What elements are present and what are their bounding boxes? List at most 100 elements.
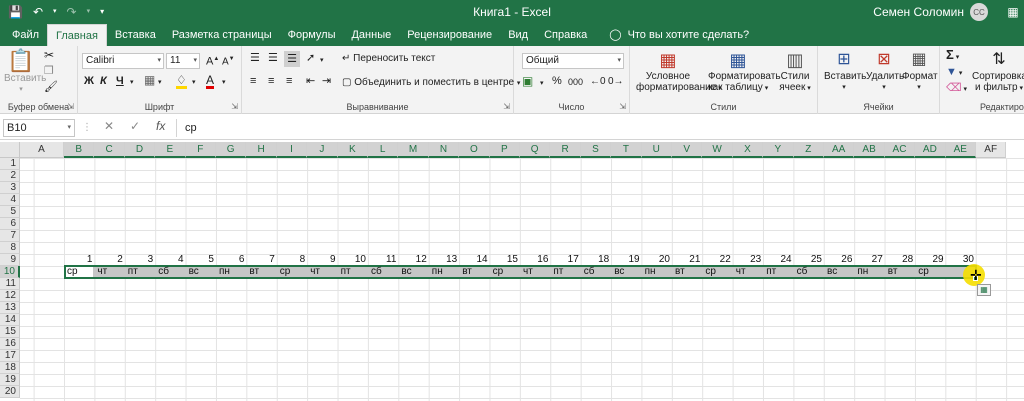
dialog-launcher-icon[interactable]: ⇲ (231, 102, 238, 111)
cell-text[interactable]: вт (885, 266, 915, 278)
row-header[interactable]: 8 (0, 242, 20, 254)
number-format-combo[interactable]: Общий ▾ (522, 53, 624, 69)
formula-input[interactable]: ср (176, 119, 1021, 137)
customize-qat-icon[interactable]: ▾ (100, 0, 104, 24)
select-all-button[interactable] (0, 142, 20, 158)
save-icon[interactable]: 💾 (8, 0, 23, 24)
decrease-indent-icon[interactable]: ⇤ (306, 76, 315, 87)
orientation-icon[interactable]: ➚ (306, 53, 315, 64)
column-header[interactable]: W (702, 142, 733, 158)
cell-text[interactable]: вс (611, 266, 641, 278)
merge-center-button[interactable]: ▢ Объединить и поместить в центре ▾ (342, 77, 520, 89)
row-header[interactable]: 18 (0, 362, 20, 374)
cell-text[interactable]: пн (216, 266, 246, 278)
sort-filter-button[interactable]: ⇅ Сортировка и фильтр ▾ (972, 49, 1024, 94)
cell-text[interactable]: чт (520, 266, 550, 278)
cell-text[interactable]: ср (490, 266, 520, 278)
row-header[interactable]: 15 (0, 326, 20, 338)
cell-text[interactable]: ср (702, 266, 732, 278)
conditional-formatting-button[interactable]: ▦ Условное форматирование ▾ (636, 49, 722, 94)
column-header[interactable]: I (276, 142, 308, 158)
column-header[interactable]: F (185, 142, 216, 158)
column-header[interactable]: E (155, 142, 186, 158)
tab-file[interactable]: Файл (4, 24, 47, 46)
cell-text[interactable]: вс (186, 266, 216, 278)
autofill-options-icon[interactable]: ▦ (977, 284, 991, 296)
column-header[interactable]: X (732, 142, 764, 158)
column-header[interactable]: AE (945, 142, 976, 158)
enter-icon[interactable]: ✓ (130, 119, 140, 133)
align-bottom-icon[interactable]: ☰ (284, 51, 300, 67)
name-box[interactable]: B10 ▾ (3, 119, 75, 137)
column-header[interactable]: U (641, 142, 672, 158)
cell-text[interactable]: вс (824, 266, 854, 278)
align-left-icon[interactable]: ≡ (250, 76, 256, 87)
column-header[interactable]: K (337, 142, 368, 158)
tab-review[interactable]: Рецензирование (399, 24, 500, 46)
cell-text[interactable]: пт (338, 266, 368, 278)
column-header[interactable]: D (124, 142, 156, 158)
cell-text[interactable]: чт (94, 266, 124, 278)
undo-dropdown-icon[interactable]: ▾ (53, 0, 57, 24)
font-size-combo[interactable]: 11 ▾ (166, 53, 200, 69)
column-header[interactable]: AF (976, 142, 1007, 158)
fill-color-icon[interactable]: ♢ (176, 74, 187, 89)
column-header[interactable]: AD (915, 142, 946, 158)
underline-button[interactable]: Ч (116, 76, 124, 87)
row-header[interactable]: 12 (0, 290, 20, 302)
delete-cells-button[interactable]: ⊠ Удалить ▾ (866, 49, 904, 93)
increase-decimal-icon[interactable]: ←0 (590, 76, 606, 87)
user-name[interactable]: Семен Соломин (873, 5, 964, 19)
column-header[interactable]: C (94, 142, 125, 158)
column-header[interactable]: B (64, 142, 95, 158)
tab-formulas[interactable]: Формулы (280, 24, 344, 46)
column-header[interactable]: AC (884, 142, 916, 158)
column-header[interactable]: M (398, 142, 429, 158)
row-header[interactable]: 1 (0, 158, 20, 170)
tab-home[interactable]: Главная (47, 24, 107, 46)
thousands-separator-button[interactable]: 000 (568, 77, 583, 88)
row-header[interactable]: 4 (0, 194, 20, 206)
redo-icon[interactable]: ↷ (67, 0, 77, 24)
bold-button[interactable]: Ж (84, 76, 94, 87)
borders-dropdown-icon[interactable]: ▾ (158, 77, 162, 88)
ribbon-display-options-icon[interactable]: ▦ (1002, 5, 1024, 19)
format-cells-button[interactable]: ▦ Формат ▾ (902, 49, 938, 93)
currency-icon[interactable]: ▣ (522, 75, 533, 87)
avatar[interactable]: СС (970, 3, 988, 21)
tab-insert[interactable]: Вставка (107, 24, 164, 46)
row-header[interactable]: 9 (0, 254, 20, 266)
font-name-combo[interactable]: Calibri ▾ (82, 53, 164, 69)
column-header[interactable]: T (611, 142, 642, 158)
row-header[interactable]: 14 (0, 314, 20, 326)
column-header[interactable]: S (580, 142, 612, 158)
font-color-dropdown-icon[interactable]: ▾ (222, 77, 226, 88)
column-header[interactable]: R (550, 142, 581, 158)
format-as-table-button[interactable]: ▦ Форматировать как таблицу ▾ (708, 49, 781, 94)
column-header[interactable]: L (368, 142, 399, 158)
dialog-launcher-icon[interactable]: ⇲ (619, 102, 626, 111)
tab-data[interactable]: Данные (343, 24, 399, 46)
column-header[interactable]: P (489, 142, 520, 158)
italic-button[interactable]: К (100, 76, 107, 87)
autosum-icon[interactable]: Σ ▾ (946, 48, 959, 63)
column-header[interactable]: J (307, 142, 338, 158)
paste-button[interactable]: 📋 Вставить ▾ (4, 49, 46, 95)
row-header[interactable]: 19 (0, 374, 20, 386)
tell-me-box[interactable]: ◯ Что вы хотите сделать? (595, 24, 749, 46)
align-center-icon[interactable]: ≡ (268, 76, 274, 87)
decrease-font-icon[interactable]: A▼ (222, 54, 235, 67)
cell-text[interactable]: чт (307, 266, 337, 278)
tab-view[interactable]: Вид (500, 24, 536, 46)
cell-text[interactable]: чт (733, 266, 763, 278)
row-header[interactable]: 20 (0, 386, 20, 398)
cell-text[interactable]: пт (125, 266, 155, 278)
column-header[interactable]: V (672, 142, 703, 158)
insert-function-icon[interactable]: fx (156, 119, 165, 133)
cell-styles-button[interactable]: ▥ Стили ячеек ▾ (776, 49, 814, 94)
cell-grid[interactable] (20, 158, 1024, 401)
increase-indent-icon[interactable]: ⇥ (322, 76, 331, 87)
column-header[interactable]: O (459, 142, 490, 158)
cell-text[interactable]: вс (398, 266, 428, 278)
cell-text[interactable]: пн (642, 266, 672, 278)
